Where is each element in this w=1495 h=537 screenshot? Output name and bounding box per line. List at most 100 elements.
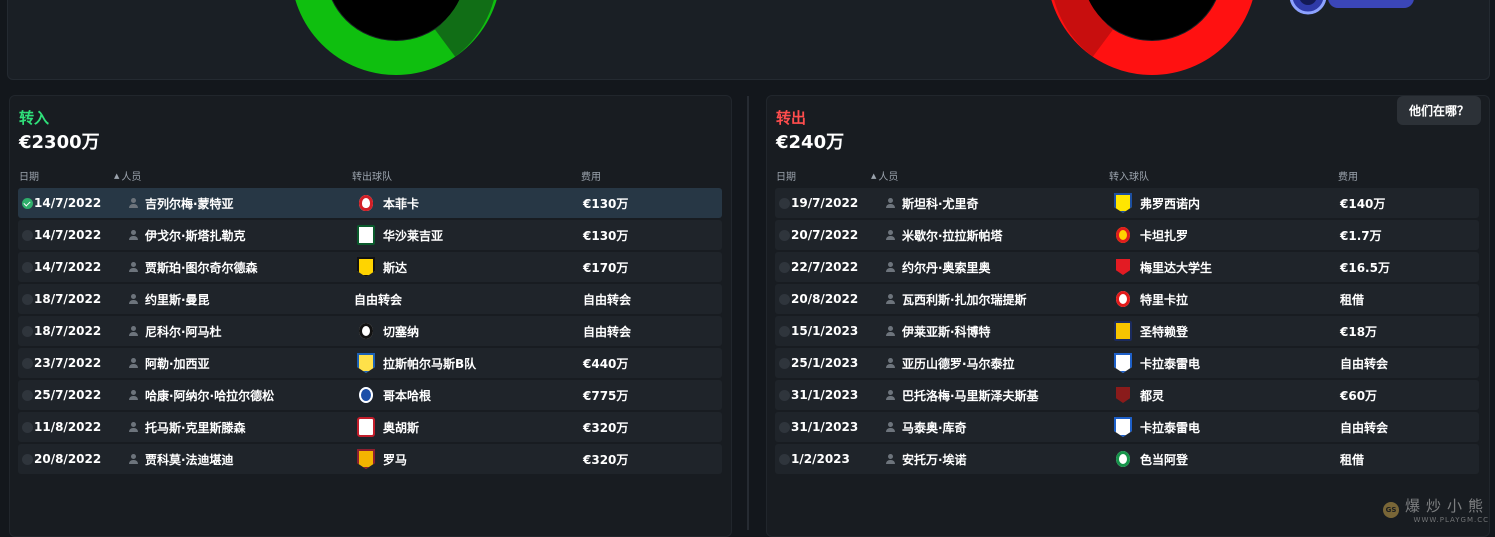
- club-crest-icon: [357, 252, 375, 282]
- club-crest-icon: [1114, 348, 1132, 378]
- player-name[interactable]: 托马斯·克里斯滕森: [145, 412, 246, 442]
- club-name[interactable]: 圣特赖登: [1140, 316, 1188, 346]
- col-person-header[interactable]: ▲ 人员: [114, 168, 141, 184]
- table-row[interactable]: 22/7/2022 约尔丹·奥索里奥 梅里达大学生 €16.5万: [775, 252, 1479, 282]
- player-name[interactable]: 约里斯·曼昆: [145, 284, 210, 314]
- table-row[interactable]: 20/8/2022 瓦西利斯·扎加尔瑞提斯 特里卡拉 租借: [775, 284, 1479, 314]
- table-row[interactable]: 19/7/2022 斯坦科·尤里奇 弗罗西诺内 €140万: [775, 188, 1479, 218]
- club-name[interactable]: 梅里达大学生: [1140, 252, 1212, 282]
- club-crest-icon: [1114, 252, 1132, 282]
- table-row[interactable]: 14/7/2022 贾斯珀·图尔奇尔德森 斯达 €170万: [18, 252, 722, 282]
- player-name[interactable]: 马泰奥·库奇: [902, 412, 967, 442]
- player-name[interactable]: 尼科尔·阿马杜: [145, 316, 222, 346]
- table-row[interactable]: 25/7/2022 哈康·阿纳尔·哈拉尔德松 哥本哈根 €775万: [18, 380, 722, 410]
- status-dot-icon: [778, 188, 790, 218]
- table-row[interactable]: 20/7/2022 米歇尔·拉拉斯帕塔 卡坦扎罗 €1.7万: [775, 220, 1479, 250]
- outgoing-total: €240万: [776, 132, 845, 153]
- player-name[interactable]: 伊莱亚斯·科博特: [902, 316, 991, 346]
- player-name[interactable]: 伊戈尔·斯塔扎勒克: [145, 220, 246, 250]
- player-name[interactable]: 贾斯珀·图尔奇尔德森: [145, 252, 258, 282]
- player-name[interactable]: 巴托洛梅·马里斯泽夫斯基: [902, 380, 1039, 410]
- table-row[interactable]: 1/2/2023 安托万·埃诺 色当阿登 租借: [775, 444, 1479, 474]
- col-person-header[interactable]: ▲ 人员: [871, 168, 898, 184]
- club-name[interactable]: 本菲卡: [383, 188, 419, 218]
- transfer-date: 25/1/2023: [791, 356, 859, 370]
- person-icon: [885, 444, 895, 474]
- player-name[interactable]: 安托万·埃诺: [902, 444, 967, 474]
- transfer-fee: €440万: [583, 356, 629, 371]
- status-dot-icon: [778, 316, 790, 346]
- col-fee-header[interactable]: 费用: [581, 168, 601, 183]
- where-are-they-button[interactable]: 他们在哪？: [1396, 96, 1481, 125]
- club-name[interactable]: 斯达: [383, 252, 407, 282]
- incoming-panel: 转入 €2300万 日期 ▲ 人员 转出球队 费用 14/7/2022 吉列尔梅·蒙…: [9, 95, 732, 537]
- club-name[interactable]: 卡拉泰雷电: [1140, 412, 1200, 442]
- incoming-list: 14/7/2022 吉列尔梅·蒙特亚 本菲卡 €130万 14/7/2022 伊戈尔·斯塔…: [18, 188, 722, 476]
- col-date-header[interactable]: 日期: [776, 168, 796, 183]
- table-row[interactable]: 18/7/2022 约里斯·曼昆 自由转会 自由转会: [18, 284, 722, 314]
- table-row[interactable]: 14/7/2022 吉列尔梅·蒙特亚 本菲卡 €130万: [18, 188, 722, 218]
- club-name[interactable]: 弗罗西诺内: [1140, 188, 1200, 218]
- table-row[interactable]: 18/7/2022 尼科尔·阿马杜 切塞纳 自由转会: [18, 316, 722, 346]
- club-crest-icon: [357, 412, 375, 442]
- table-row[interactable]: 31/1/2023 巴托洛梅·马里斯泽夫斯基 都灵 €60万: [775, 380, 1479, 410]
- col-fee-header[interactable]: 费用: [1338, 168, 1358, 183]
- club-name[interactable]: 奥胡斯: [383, 412, 419, 442]
- club-name[interactable]: 特里卡拉: [1140, 284, 1188, 314]
- transfer-fee: 租借: [1340, 452, 1365, 467]
- player-name[interactable]: 约尔丹·奥索里奥: [902, 252, 991, 282]
- person-icon: [885, 380, 895, 410]
- club-name[interactable]: 色当阿登: [1140, 444, 1188, 474]
- outgoing-list: 19/7/2022 斯坦科·尤里奇 弗罗西诺内 €140万 20/7/2022 米歇尔·拉…: [775, 188, 1479, 476]
- club-name[interactable]: 卡坦扎罗: [1140, 220, 1188, 250]
- transfer-date: 18/7/2022: [34, 292, 102, 306]
- col-club-header[interactable]: 转入球队: [1109, 168, 1149, 183]
- club-crest-icon: [1114, 188, 1132, 218]
- club-name[interactable]: 拉斯帕尔马斯B队: [383, 348, 476, 378]
- player-name[interactable]: 阿勒·加西亚: [145, 348, 210, 378]
- person-icon: [885, 284, 895, 314]
- transfer-fee: €170万: [583, 260, 629, 275]
- player-name[interactable]: 哈康·阿纳尔·哈拉尔德松: [145, 380, 274, 410]
- person-icon: [885, 348, 895, 378]
- transfer-date: 1/2/2023: [791, 452, 850, 466]
- table-row[interactable]: 15/1/2023 伊莱亚斯·科博特 圣特赖登 €18万: [775, 316, 1479, 346]
- player-name[interactable]: 斯坦科·尤里奇: [902, 188, 979, 218]
- person-icon: [885, 252, 895, 282]
- col-date-header[interactable]: 日期: [19, 168, 39, 183]
- club-crest-icon: [357, 444, 375, 474]
- transfer-fee: €130万: [583, 228, 629, 243]
- person-icon: [885, 412, 895, 442]
- watermark-cn: 爆炒小熊: [1404, 497, 1489, 515]
- player-name[interactable]: 贾科莫·法迪堪迪: [145, 444, 234, 474]
- table-row[interactable]: 20/8/2022 贾科莫·法迪堪迪 罗马 €320万: [18, 444, 722, 474]
- watermark-en: WWW.PLAYGM.CC: [1413, 516, 1489, 524]
- club-name[interactable]: 华沙莱吉亚: [383, 220, 443, 250]
- table-row[interactable]: 11/8/2022 托马斯·克里斯滕森 奥胡斯 €320万: [18, 412, 722, 442]
- incoming-title: 转入: [19, 109, 50, 127]
- status-dot-icon: [778, 444, 790, 474]
- player-name[interactable]: 瓦西利斯·扎加尔瑞提斯: [902, 284, 1027, 314]
- club-crest-icon: [1114, 412, 1132, 442]
- club-name[interactable]: 卡拉泰雷电: [1140, 348, 1200, 378]
- status-dot-icon: [21, 444, 33, 474]
- table-row[interactable]: 25/1/2023 亚历山德罗·马尔泰拉 卡拉泰雷电 自由转会: [775, 348, 1479, 378]
- club-crest-icon: [357, 316, 375, 346]
- status-dot-icon: [21, 412, 33, 442]
- transfer-date: 18/7/2022: [34, 324, 102, 338]
- table-row[interactable]: 23/7/2022 阿勒·加西亚 拉斯帕尔马斯B队 €440万: [18, 348, 722, 378]
- person-icon: [128, 380, 138, 410]
- status-dot-icon: [21, 348, 33, 378]
- club-name[interactable]: 哥本哈根: [383, 380, 431, 410]
- table-row[interactable]: 14/7/2022 伊戈尔·斯塔扎勒克 华沙莱吉亚 €130万: [18, 220, 722, 250]
- club-name[interactable]: 切塞纳: [383, 316, 419, 346]
- club-name[interactable]: 都灵: [1140, 380, 1164, 410]
- table-row[interactable]: 31/1/2023 马泰奥·库奇 卡拉泰雷电 自由转会: [775, 412, 1479, 442]
- col-club-header[interactable]: 转出球队: [352, 168, 392, 183]
- player-name[interactable]: 亚历山德罗·马尔泰拉: [902, 348, 1015, 378]
- status-dot-icon: [21, 252, 33, 282]
- player-name[interactable]: 吉列尔梅·蒙特亚: [145, 188, 234, 218]
- player-name[interactable]: 米歇尔·拉拉斯帕塔: [902, 220, 1003, 250]
- transfer-fee: €140万: [1340, 196, 1386, 211]
- club-name[interactable]: 罗马: [383, 444, 407, 474]
